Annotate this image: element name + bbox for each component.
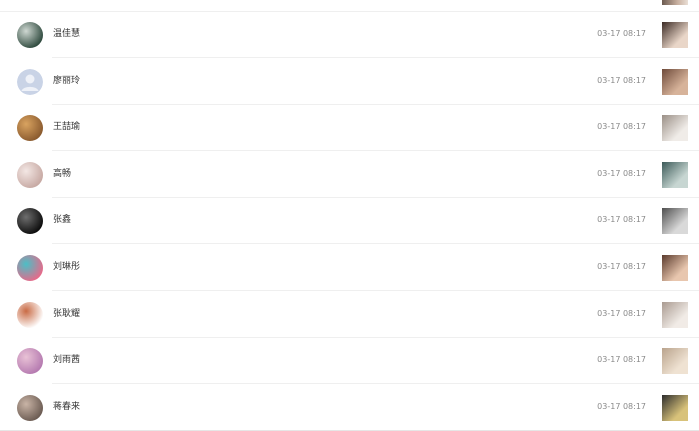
avatar[interactable] <box>17 161 43 188</box>
timestamp: 03-17 08:17 <box>597 75 646 85</box>
user-name: 刘雨茜 <box>53 355 81 366</box>
timestamp: 03-17 08:17 <box>597 29 646 38</box>
avatar[interactable] <box>17 68 43 95</box>
list-item[interactable]: 温佳慧 03-17 08:17 <box>0 12 699 58</box>
timestamp: 03-17 08:17 <box>597 262 646 271</box>
avatar[interactable] <box>17 22 43 48</box>
user-name: 张鑫 <box>53 215 72 226</box>
timestamp: 03-17 08:17 <box>597 215 646 225</box>
user-name: 温佳慧 <box>53 29 81 39</box>
photo-thumbnail[interactable] <box>662 115 688 142</box>
user-name: 蒋春来 <box>53 401 81 412</box>
list-item[interactable]: 蒋春来 03-17 08:17 <box>0 385 699 431</box>
avatar[interactable] <box>17 348 43 375</box>
user-name: 刘琳彤 <box>53 262 81 272</box>
avatar[interactable] <box>17 394 43 421</box>
photo-thumbnail[interactable] <box>662 301 688 328</box>
photo-thumbnail[interactable] <box>662 22 688 48</box>
avatar[interactable] <box>17 208 43 235</box>
photo-thumbnail[interactable] <box>662 255 688 281</box>
user-list: 温佳慧 03-17 08:17 廖丽玲 03-17 08:17 王喆瑜 03-17 08:… <box>0 0 699 431</box>
user-name: 高畅 <box>53 168 72 179</box>
list-item[interactable]: 高畅 03-17 08:17 <box>0 152 699 198</box>
list-item[interactable]: 刘雨茜 03-17 08:17 <box>0 338 699 385</box>
list-item[interactable]: 刘琳彤 03-17 08:17 <box>0 245 699 291</box>
photo-thumbnail[interactable] <box>662 394 688 421</box>
photo-thumbnail[interactable] <box>662 208 688 235</box>
timestamp: 03-17 08:17 <box>597 122 646 132</box>
photo-thumbnail[interactable] <box>662 348 688 375</box>
list-item[interactable]: 张耿耀 03-17 08:17 <box>0 292 699 338</box>
photo-thumbnail[interactable] <box>662 68 688 95</box>
timestamp: 03-17 08:17 <box>597 168 646 178</box>
default-avatar-icon <box>17 68 43 95</box>
avatar[interactable] <box>17 301 43 328</box>
user-name: 张耿耀 <box>53 308 81 319</box>
avatar[interactable] <box>17 115 43 142</box>
list-item[interactable]: 张鑫 03-17 08:17 <box>0 198 699 245</box>
timestamp: 03-17 08:17 <box>597 355 646 365</box>
list-item[interactable]: 王喆瑜 03-17 08:17 <box>0 105 699 152</box>
photo-thumbnail[interactable] <box>662 0 688 5</box>
user-name: 王喆瑜 <box>53 122 81 133</box>
avatar[interactable] <box>17 255 43 281</box>
photo-thumbnail[interactable] <box>662 161 688 188</box>
timestamp: 03-17 08:17 <box>597 401 646 411</box>
user-name: 廖丽玲 <box>53 75 81 86</box>
list-item[interactable]: 廖丽玲 03-17 08:17 <box>0 59 699 105</box>
timestamp: 03-17 08:17 <box>597 308 646 318</box>
